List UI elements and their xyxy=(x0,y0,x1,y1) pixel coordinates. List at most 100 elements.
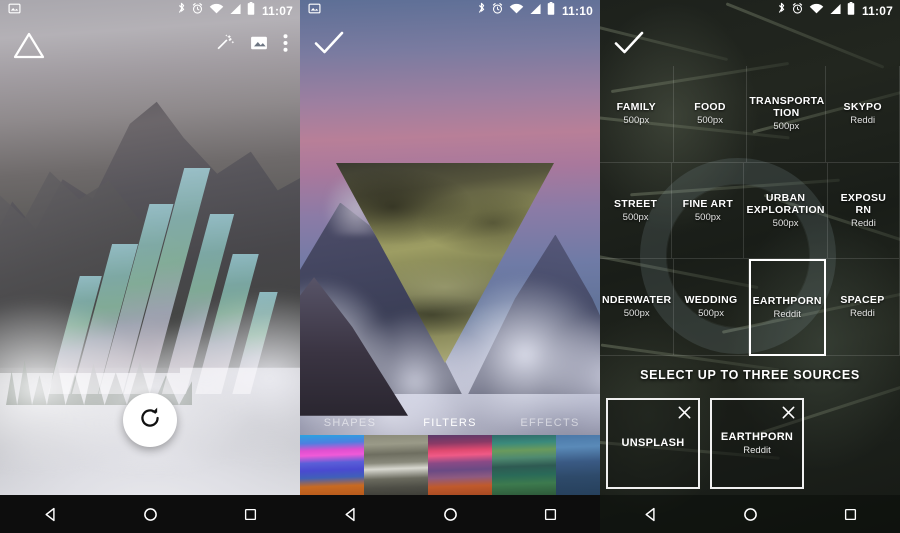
source-name: NDERWATER xyxy=(602,294,672,307)
status-bar: 11:07 xyxy=(0,0,300,22)
source-provider: 500px xyxy=(623,115,650,127)
status-time: 11:10 xyxy=(561,4,593,18)
source-name: EXPOSU RN xyxy=(840,191,887,216)
filter-thumb-olive[interactable] xyxy=(364,435,428,495)
home-icon[interactable] xyxy=(731,495,769,533)
source-provider: Reddi xyxy=(850,308,875,320)
source-provider: 500px xyxy=(623,308,650,320)
source-name: EARTHPORN xyxy=(752,294,822,307)
alarm-icon xyxy=(491,2,504,20)
bluetooth-icon xyxy=(477,2,486,21)
filter-thumb-crimson[interactable] xyxy=(428,435,492,495)
status-time: 11:07 xyxy=(261,4,293,18)
sources-instruction: SELECT UP TO THREE SOURCES xyxy=(640,368,860,382)
filter-thumb-teal[interactable] xyxy=(492,435,556,495)
source-category-grid: FAMILY 500px FOOD 500px TRANSPORTA TION … xyxy=(600,66,900,356)
source-provider: 500px xyxy=(772,217,799,229)
source-provider: 500px xyxy=(694,211,721,223)
cellular-icon xyxy=(229,2,242,20)
navigation-bar xyxy=(300,495,600,533)
recents-icon[interactable] xyxy=(231,495,269,533)
status-bar: 11:10 xyxy=(300,0,600,22)
source-grid-row: NDERWATER 500px WEDDING 500px EARTHPORN … xyxy=(600,259,900,356)
tab-filters[interactable]: FILTERS xyxy=(400,417,500,429)
source-cell-earthporn[interactable]: EARTHPORN Reddit xyxy=(748,259,826,356)
source-provider: 500px xyxy=(697,115,723,127)
source-provider: 500px xyxy=(622,211,649,223)
check-icon[interactable] xyxy=(312,28,346,63)
back-icon[interactable] xyxy=(31,495,69,533)
bluetooth-icon xyxy=(177,2,186,21)
cellular-icon xyxy=(829,2,842,20)
source-cell-fine-art[interactable]: FINE ART 500px xyxy=(672,162,745,259)
screenshot-root: 11:07 11:10 SHAPES FILTERS EFFECTS 11:07… xyxy=(0,0,900,533)
wifi-icon xyxy=(209,2,224,20)
overflow-menu-icon[interactable] xyxy=(283,33,288,58)
magic-wand-icon[interactable] xyxy=(215,33,235,58)
app-bar xyxy=(300,22,600,68)
source-cell-skyporn[interactable]: SKYPO Reddi xyxy=(826,66,900,163)
refresh-fab-button[interactable] xyxy=(123,393,177,447)
source-cell-street[interactable]: STREET 500px xyxy=(600,162,673,259)
back-icon[interactable] xyxy=(631,495,669,533)
check-icon[interactable] xyxy=(612,28,646,63)
status-bar: 11:07 xyxy=(600,0,900,22)
triangle-logo[interactable] xyxy=(12,30,46,60)
close-icon[interactable] xyxy=(781,405,796,425)
app-bar xyxy=(0,22,300,68)
home-icon[interactable] xyxy=(431,495,469,533)
battery-icon xyxy=(547,2,555,20)
wifi-icon xyxy=(809,2,824,20)
source-cell-family[interactable]: FAMILY 500px xyxy=(600,66,674,163)
selected-sources-list: UNSPLASH EARTHPORN Reddit xyxy=(600,398,900,494)
navigation-bar xyxy=(0,495,300,533)
source-cell-spaceporn[interactable]: SPACEP Reddi xyxy=(825,259,900,356)
home-icon[interactable] xyxy=(131,495,169,533)
chip-name: EARTHPORN xyxy=(720,431,794,443)
source-provider: 500px xyxy=(698,308,724,320)
source-name: WEDDING xyxy=(684,294,738,307)
tab-shapes[interactable]: SHAPES xyxy=(300,417,400,429)
source-cell-transportation[interactable]: TRANSPORTA TION 500px xyxy=(747,66,827,163)
filter-thumbnail-strip[interactable] xyxy=(300,435,600,495)
screen-sources: 11:07 FAMILY 500px FOOD 500px TRANSPORTA… xyxy=(600,0,900,533)
source-provider: Reddi xyxy=(850,217,876,229)
status-time: 11:07 xyxy=(861,4,893,18)
app-bar xyxy=(600,22,900,68)
bluetooth-icon xyxy=(777,2,786,21)
source-cell-wedding[interactable]: WEDDING 500px xyxy=(674,259,749,356)
battery-icon xyxy=(247,2,255,20)
source-cell-underwater[interactable]: NDERWATER 500px xyxy=(600,259,675,356)
screenshot-icon xyxy=(308,2,321,20)
filter-thumb-blue[interactable] xyxy=(556,435,600,495)
gallery-icon[interactable] xyxy=(249,33,269,58)
source-cell-food[interactable]: FOOD 500px xyxy=(673,66,748,163)
back-icon[interactable] xyxy=(331,495,369,533)
recents-icon[interactable] xyxy=(831,495,869,533)
tab-effects[interactable]: EFFECTS xyxy=(500,417,600,429)
selected-source-unsplash[interactable]: UNSPLASH xyxy=(606,398,700,489)
source-cell-exposureporn[interactable]: EXPOSU RN Reddi xyxy=(827,162,900,259)
source-name: SKYPO xyxy=(843,101,882,114)
chip-provider: Reddit xyxy=(743,445,771,456)
close-icon[interactable] xyxy=(677,405,692,425)
recents-icon[interactable] xyxy=(531,495,569,533)
chip-name: UNSPLASH xyxy=(621,436,685,449)
selected-source-earthporn[interactable]: EARTHPORN Reddit xyxy=(710,398,804,489)
navigation-bar xyxy=(600,495,900,533)
triangle-shape-overlay xyxy=(0,0,300,533)
source-name: FINE ART xyxy=(682,197,734,210)
refresh-icon xyxy=(137,405,163,436)
source-provider: Reddi xyxy=(850,115,876,127)
source-grid-row: FAMILY 500px FOOD 500px TRANSPORTA TION … xyxy=(600,66,900,163)
source-name: FAMILY xyxy=(616,101,656,114)
filter-thumb-magenta[interactable] xyxy=(300,435,364,495)
source-cell-urban-exploration[interactable]: URBAN EXPLORATION 500px xyxy=(744,162,828,259)
source-name: FOOD xyxy=(694,101,726,114)
wifi-icon xyxy=(509,2,524,20)
source-name: SPACEP xyxy=(840,294,885,307)
screen-editor: 11:07 xyxy=(0,0,300,533)
screen-filters: 11:10 SHAPES FILTERS EFFECTS xyxy=(300,0,600,533)
source-name: URBAN EXPLORATION xyxy=(746,191,825,216)
source-provider: 500px xyxy=(773,121,800,133)
